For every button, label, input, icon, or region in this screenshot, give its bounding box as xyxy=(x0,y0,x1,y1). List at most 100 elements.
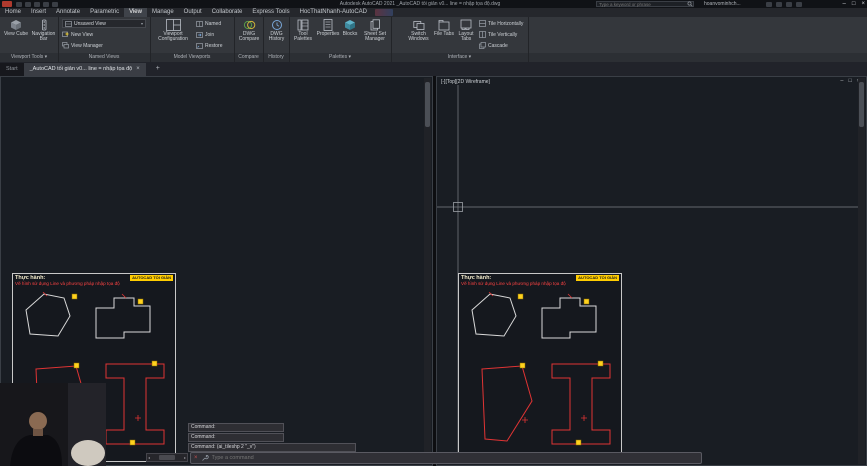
left-window-scroll-thumb[interactable] xyxy=(425,82,430,127)
help-icon[interactable] xyxy=(796,1,802,7)
file-tab-close-icon[interactable]: × xyxy=(136,63,140,76)
properties-button[interactable]: Properties xyxy=(317,19,339,37)
view-cube-icon xyxy=(11,20,21,30)
help-search-box[interactable] xyxy=(596,1,694,7)
view-icon xyxy=(65,20,72,27)
new-drawing-tab-icon[interactable]: + xyxy=(152,63,164,76)
restore-viewport-button[interactable]: Restore xyxy=(196,41,223,50)
sheet-set-manager-button[interactable]: Sheet Set Manager xyxy=(360,19,390,42)
dwg-compare-label: DWG Compare xyxy=(238,31,260,42)
save-icon[interactable] xyxy=(25,1,31,7)
scroll-right-icon[interactable]: ▸ xyxy=(184,455,186,460)
ribbon-tab-manage[interactable]: Manage xyxy=(147,8,179,17)
child-minimize-icon[interactable]: – xyxy=(840,78,843,84)
dwg-history-button[interactable]: DWG History xyxy=(265,19,288,42)
chevron-down-icon: ▾ xyxy=(140,21,143,26)
ribbon-tab-annotate[interactable]: Annotate xyxy=(51,8,85,17)
layout-tabs-label: Layout Tabs xyxy=(458,31,474,42)
unsaved-view-value: Unsaved View xyxy=(74,20,106,27)
panel-label-palettes[interactable]: Palettes ▾ xyxy=(289,53,391,62)
ribbon-tab-express-tools[interactable]: Express Tools xyxy=(247,8,294,17)
switch-windows-button[interactable]: Switch Windows xyxy=(405,19,432,42)
view-manager-icon xyxy=(62,42,69,49)
viewport-configuration-icon xyxy=(165,19,181,31)
plot-icon[interactable] xyxy=(52,1,58,7)
customize-wrench-icon[interactable] xyxy=(201,454,209,462)
layout-tabs-button[interactable]: Layout Tabs xyxy=(455,19,477,42)
title-bar: Autodesk AutoCAD 2021 _AutoCAD tối giản … xyxy=(0,0,867,8)
command-line-bar[interactable]: × xyxy=(190,452,702,464)
ribbon-tab-home[interactable]: Home xyxy=(0,8,26,17)
tile-horizontally-label: Tile Horizontally xyxy=(488,20,524,27)
file-tab-document[interactable]: _AutoCAD tối giản v0... line = nhập tọa … xyxy=(23,63,146,76)
search-icon[interactable] xyxy=(687,1,693,7)
close-icon[interactable]: × xyxy=(861,0,865,8)
ribbon-tab-hocthatnhanh[interactable]: HocThatNhanh-AutoCAD xyxy=(295,8,372,17)
sheet-set-manager-icon xyxy=(370,19,380,31)
unsaved-view-dropdown[interactable]: Unsaved View ▾ xyxy=(62,19,146,28)
ribbon: View Cube Navigation Bar Viewport Tools … xyxy=(0,17,867,62)
ribbon-tab-insert[interactable]: Insert xyxy=(26,8,51,17)
named-viewport-icon xyxy=(196,20,203,27)
view-manager-label: View Manager xyxy=(71,42,103,49)
ribbon-tab-parametric[interactable]: Parametric xyxy=(85,8,124,17)
minimize-icon[interactable]: – xyxy=(843,0,846,8)
help-search-input[interactable] xyxy=(597,1,687,7)
command-close-icon[interactable]: × xyxy=(194,453,198,463)
ribbon-extra-indicator xyxy=(375,9,393,16)
horizontal-scrollbar[interactable]: ◂ ▸ xyxy=(146,453,188,462)
file-tabs-icon xyxy=(438,20,450,31)
exercise-header: Thực hành: Vẽ hình sử dụng Line và phươn… xyxy=(15,275,173,286)
file-tabs-label: File Tabs xyxy=(434,31,454,37)
tool-palettes-button[interactable]: Tool Palettes xyxy=(291,19,315,42)
viewport-configuration-label: Viewport Configuration xyxy=(158,31,188,42)
navigation-bar-button[interactable]: Navigation Bar xyxy=(30,19,57,42)
quick-access-toolbar xyxy=(16,1,58,7)
viewport-controls-label[interactable]: [-][Top][2D Wireframe] xyxy=(441,79,490,85)
panel-label-history[interactable]: History xyxy=(263,53,289,62)
panel-label-model-viewports[interactable]: Model Viewports xyxy=(150,53,234,62)
a360-icon[interactable] xyxy=(766,1,772,7)
join-viewport-button[interactable]: Join xyxy=(196,30,214,39)
stay-connected-icon[interactable] xyxy=(786,1,792,7)
dwg-compare-button[interactable]: DWG Compare xyxy=(236,19,262,42)
autocad-logo-icon[interactable] xyxy=(2,1,12,7)
tile-vertically-button[interactable]: Tile Vertically xyxy=(479,30,517,39)
signed-in-user[interactable]: hoanvominhch... xyxy=(704,1,762,7)
view-cube-button[interactable]: View Cube xyxy=(3,19,29,37)
file-tab-bar: Start _AutoCAD tối giản v0... line = nhậ… xyxy=(0,62,867,76)
ribbon-tab-collaborate[interactable]: Collaborate xyxy=(207,8,248,17)
undo-icon[interactable] xyxy=(34,1,40,7)
autocad-app: Autodesk AutoCAD 2021 _AutoCAD tối giản … xyxy=(0,0,867,466)
file-tabs-button[interactable]: File Tabs xyxy=(434,19,454,37)
panel-label-named-views[interactable]: Named Views xyxy=(58,53,150,62)
child-restore-icon[interactable]: □ xyxy=(848,78,851,84)
new-file-icon[interactable] xyxy=(16,1,22,7)
named-viewport-button[interactable]: Named xyxy=(196,19,221,28)
new-view-button[interactable]: New View xyxy=(62,30,93,39)
horizontal-scroll-thumb[interactable] xyxy=(159,455,175,460)
redo-icon[interactable] xyxy=(43,1,49,7)
view-manager-button[interactable]: View Manager xyxy=(62,41,103,50)
right-window-vertical-scrollbar[interactable] xyxy=(858,78,865,464)
exercise-header: Thực hành: Vẽ hình sử dụng Line và phươn… xyxy=(461,275,619,286)
panel-label-interface[interactable]: Interface ▾ xyxy=(391,53,528,62)
dwg-history-label: DWG History xyxy=(268,31,285,42)
panel-label-viewport-tools[interactable]: Viewport Tools ▾ xyxy=(0,53,58,62)
viewport-configuration-button[interactable]: Viewport Configuration xyxy=(153,19,193,42)
tile-horizontally-button[interactable]: Tile Horizontally xyxy=(479,19,523,28)
panel-label-compare[interactable]: Compare xyxy=(234,53,263,62)
command-input[interactable] xyxy=(211,455,698,461)
maximize-icon[interactable]: □ xyxy=(852,0,856,8)
scroll-left-icon[interactable]: ◂ xyxy=(148,455,150,460)
autodesk-app-store-icon[interactable] xyxy=(776,1,782,7)
ribbon-tab-output[interactable]: Output xyxy=(179,8,207,17)
navigation-bar-icon xyxy=(41,19,46,31)
file-tab-start[interactable]: Start xyxy=(0,63,24,76)
properties-label: Properties xyxy=(316,31,340,37)
ribbon-tab-view[interactable]: View xyxy=(124,8,147,17)
cascade-button[interactable]: Cascade xyxy=(479,41,508,50)
blocks-button[interactable]: Blocks xyxy=(341,19,359,37)
left-window-vertical-scrollbar[interactable] xyxy=(424,78,431,464)
right-window-scroll-thumb[interactable] xyxy=(859,82,864,127)
